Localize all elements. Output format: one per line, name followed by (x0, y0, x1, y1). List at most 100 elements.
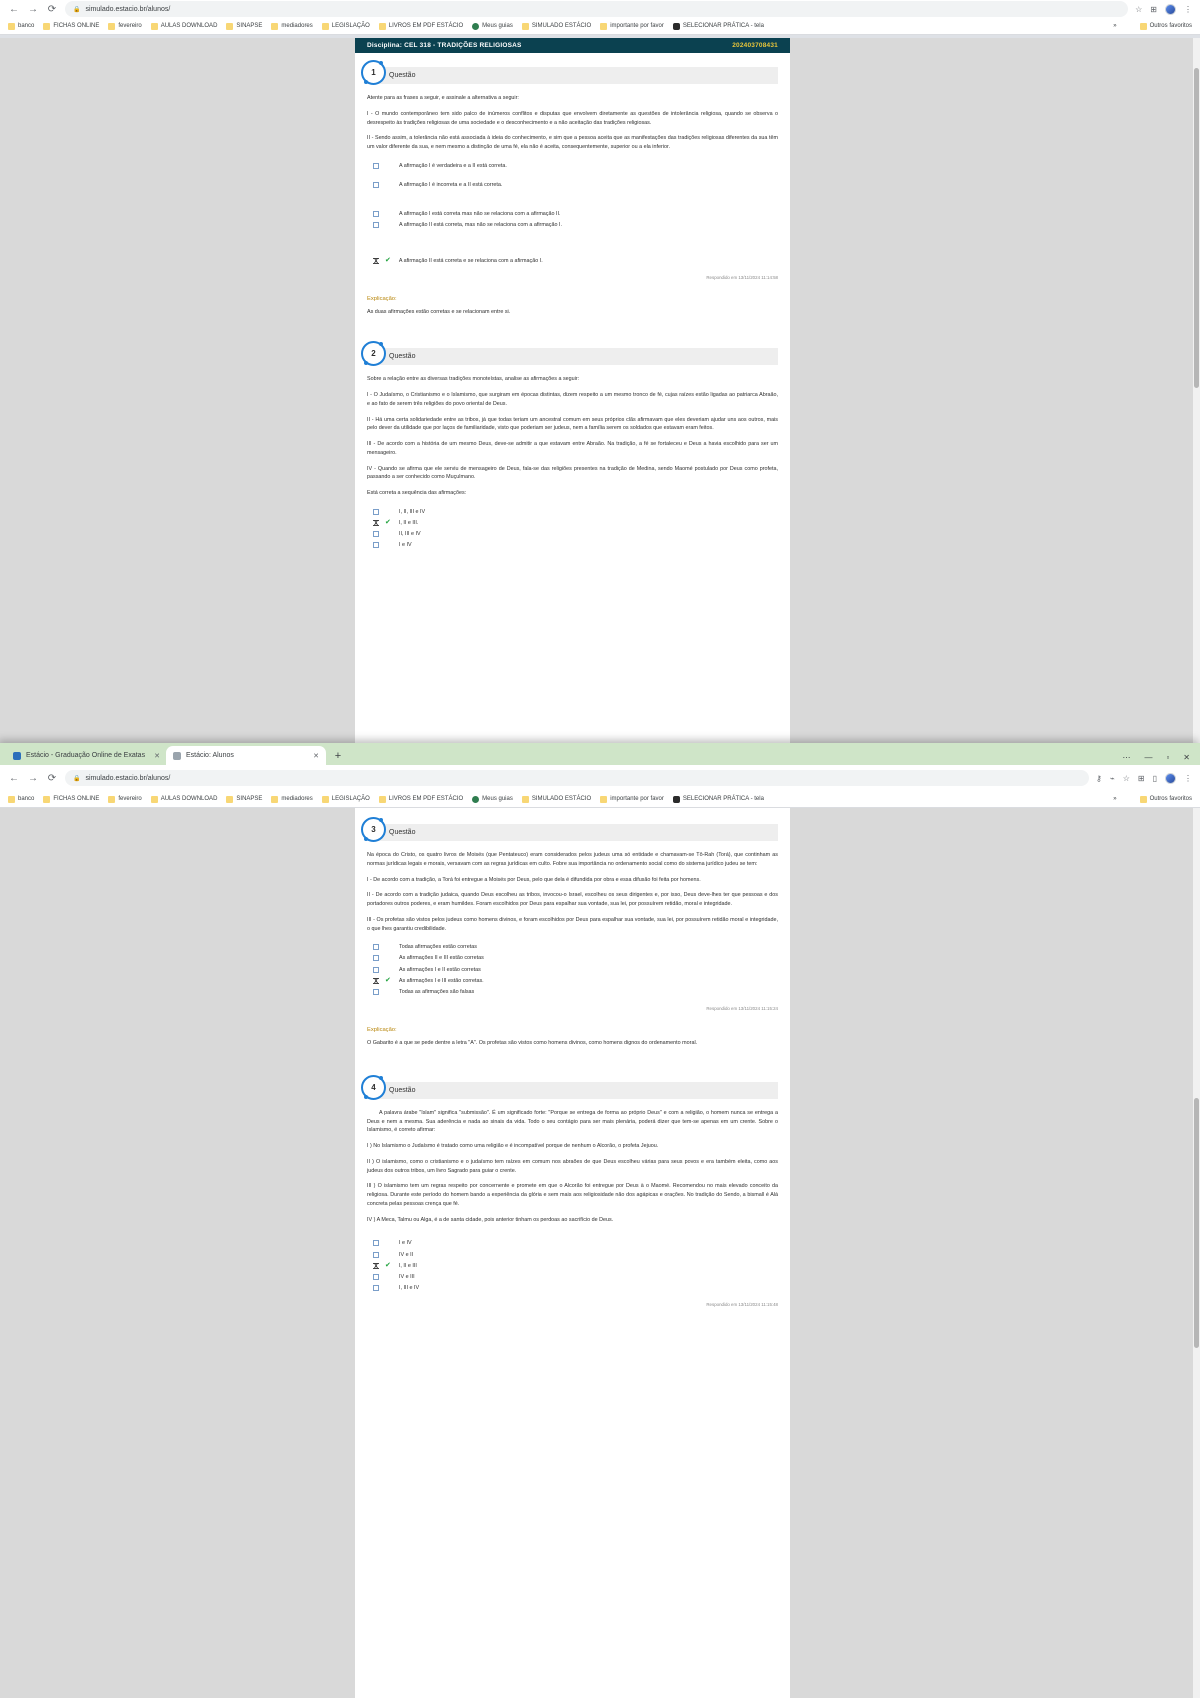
avatar-back-window[interactable] (1165, 3, 1176, 15)
bookmark-item[interactable]: LEGISLAÇÃO (321, 22, 370, 30)
window-maximize-button[interactable]: ▫ (1166, 753, 1169, 762)
bookmark-item[interactable]: mediadores (271, 22, 313, 30)
bookmark-item[interactable]: AULAS DOWNLOAD (150, 22, 217, 30)
avatar[interactable] (1165, 772, 1176, 784)
option-row[interactable]: I e IV (367, 540, 778, 551)
bookmark-item[interactable]: importante por favor (600, 22, 664, 30)
bookmark-item[interactable]: Meus guias (472, 795, 513, 803)
back-icon-back-window[interactable]: ← (8, 4, 20, 15)
option-row[interactable]: I, II, III e IV (367, 507, 778, 518)
bookmark-item[interactable]: SIMULADO ESTÁCIO (521, 22, 591, 30)
bookmark-item[interactable]: SELECIONAR PRÁTICA - tela (672, 795, 764, 803)
bookmark-item[interactable]: SELECIONAR PRÁTICA - tela (672, 22, 764, 30)
bookmark-item[interactable]: SIMULADO ESTÁCIO (521, 795, 591, 803)
bookmark-item[interactable]: mediadores (271, 795, 313, 803)
bookmark-item[interactable]: FICHAS ONLINE (43, 795, 99, 803)
option-row-selected[interactable]: X ✔ I, II e III (367, 1261, 778, 1272)
bookmark-item[interactable]: banco (8, 22, 34, 30)
extensions-icon-back-window[interactable]: ⊞ (1150, 5, 1157, 14)
bookmark-item[interactable]: SINAPSE (226, 22, 262, 30)
checkbox-icon[interactable] (373, 542, 379, 549)
menu-icon[interactable]: ⋮ (1184, 774, 1192, 783)
bookmark-item[interactable]: Meus guias (472, 22, 513, 30)
checkbox-icon[interactable] (373, 966, 379, 973)
scrollbar-front[interactable] (1193, 808, 1200, 1698)
bookmark-item[interactable]: banco (8, 795, 34, 803)
bookmark-item[interactable]: FICHAS ONLINE (43, 22, 99, 30)
bookmarks-overflow[interactable]: » (1113, 796, 1116, 802)
scrollbar-back[interactable] (1193, 38, 1200, 760)
password-key-icon[interactable]: ⚷ (1096, 774, 1102, 783)
checkbox-icon[interactable] (373, 1240, 379, 1247)
bookmark-item[interactable]: LEGISLAÇÃO (321, 795, 370, 803)
option-row[interactable]: I, III e IV (367, 1283, 778, 1294)
back-icon[interactable]: ← (8, 773, 20, 784)
bookmark-star-icon[interactable]: ☆ (1123, 774, 1130, 783)
option-row[interactable]: II, III e IV (367, 529, 778, 540)
checkbox-icon[interactable] (373, 211, 379, 218)
options-list-2[interactable]: I, II, III e IV X ✔ I, II e III. II, III… (367, 507, 778, 552)
bookmark-star-icon-back-window[interactable]: ☆ (1135, 5, 1142, 14)
forward-icon-back-window[interactable]: → (27, 4, 39, 15)
checkbox-icon[interactable] (373, 531, 379, 538)
tabstrip-front[interactable]: Estácio - Graduação Online de Exatas ✕ E… (0, 743, 1200, 765)
option-row-selected[interactable]: X ✔ A afirmação II está correta e se rel… (367, 256, 778, 267)
options-list-4[interactable]: I e IV IV e II X ✔ I, II e III IV e III (367, 1238, 778, 1294)
browser-window-front[interactable]: Estácio - Graduação Online de Exatas ✕ E… (0, 743, 1200, 1698)
bookmark-item[interactable]: fevereiro (108, 795, 142, 803)
option-row[interactable]: A afirmação I é verdadeira e a II está c… (367, 161, 778, 172)
other-bookmarks[interactable]: Outros favoritos (1139, 22, 1192, 30)
checkbox-icon[interactable] (373, 944, 379, 951)
checkbox-icon[interactable] (373, 162, 379, 169)
scrollbar-thumb-back[interactable] (1194, 68, 1199, 388)
forward-icon[interactable]: → (27, 773, 39, 784)
option-row[interactable]: A afirmação II está correta, mas não se … (367, 220, 778, 231)
option-row[interactable]: A afirmação I é incorreta e a II está co… (367, 180, 778, 191)
browser-window-back[interactable]: ← → ⟳ 🔒 simulado.estacio.br/alunos/ ☆ ⊞ … (0, 0, 1200, 760)
tab-close-icon[interactable]: ✕ (313, 752, 319, 760)
reload-icon-back-window[interactable]: ⟳ (46, 4, 58, 15)
bookmark-item[interactable]: LIVROS EM PDF ESTÁCIO (378, 22, 463, 30)
bookmark-item[interactable]: LIVROS EM PDF ESTÁCIO (378, 795, 463, 803)
window-minimize-button[interactable]: — (1144, 753, 1152, 762)
toolbar-front[interactable]: ← → ⟳ 🔒 simulado.estacio.br/alunos/ ⚷ ⌁ … (0, 765, 1200, 791)
bookmarks-overflow[interactable]: » (1113, 23, 1116, 29)
bookmark-item[interactable]: AULAS DOWNLOAD (150, 795, 217, 803)
page-viewport-front[interactable]: 3 Questão Na época do Cristo, os quatro … (0, 808, 1200, 1698)
option-row[interactable]: Todas afirmações estão corretas (367, 942, 778, 953)
window-close-button[interactable]: ✕ (1183, 753, 1190, 762)
option-row[interactable]: As afirmações I e II estão corretas (367, 965, 778, 976)
option-row[interactable]: IV e III (367, 1272, 778, 1283)
share-icon[interactable]: ⌁ (1110, 774, 1115, 783)
checkbox-icon[interactable] (373, 989, 379, 995)
page-viewport-back[interactable]: Disciplina: CEL 318 - TRADIÇÕES RELIGIOS… (0, 38, 1200, 760)
option-row[interactable]: I e IV (367, 1238, 778, 1249)
extensions-icon[interactable]: ⊞ (1138, 774, 1145, 783)
bookmarks-bar-front[interactable]: banco FICHAS ONLINE fevereiro AULAS DOWN… (0, 791, 1200, 808)
checkbox-icon[interactable] (373, 1273, 379, 1280)
address-bar-back-window[interactable]: 🔒 simulado.estacio.br/alunos/ (65, 1, 1129, 17)
option-row[interactable]: As afirmações II e III estão corretas (367, 953, 778, 964)
option-row[interactable]: A afirmação I está correta mas não se re… (367, 209, 778, 220)
checkbox-icon[interactable] (373, 955, 379, 962)
checkbox-icon[interactable] (373, 508, 379, 515)
reload-icon[interactable]: ⟳ (46, 773, 58, 784)
bookmark-item[interactable]: fevereiro (108, 22, 142, 30)
checkbox-icon[interactable] (373, 181, 379, 188)
new-tab-button[interactable]: + (330, 747, 346, 765)
tab-close-icon[interactable]: ✕ (154, 752, 160, 760)
checkbox-icon[interactable] (373, 222, 379, 229)
other-bookmarks[interactable]: Outros favoritos (1139, 795, 1192, 803)
toolbar-back[interactable]: ← → ⟳ 🔒 simulado.estacio.br/alunos/ ☆ ⊞ … (0, 0, 1200, 18)
option-row[interactable]: Todas as afirmações são falsas (367, 987, 778, 998)
tab-estacio-alunos[interactable]: Estácio: Alunos ✕ (166, 746, 326, 765)
checkbox-icon[interactable] (373, 1251, 379, 1258)
menu-icon-back-window[interactable]: ⋮ (1184, 5, 1192, 14)
option-row-selected[interactable]: X ✔ I, II e III. (367, 518, 778, 529)
tab-estacio-graduacao[interactable]: Estácio - Graduação Online de Exatas ✕ (6, 746, 166, 765)
option-row[interactable]: IV e II (367, 1250, 778, 1261)
options-list-1[interactable]: A afirmação I é verdadeira e a II está c… (367, 161, 778, 267)
bookmarks-bar-back-window[interactable]: banco FICHAS ONLINE fevereiro AULAS DOWN… (0, 18, 1200, 35)
window-more-icon[interactable]: ⋯ (1122, 753, 1130, 762)
options-list-3[interactable]: Todas afirmações estão corretas As afirm… (367, 942, 778, 998)
